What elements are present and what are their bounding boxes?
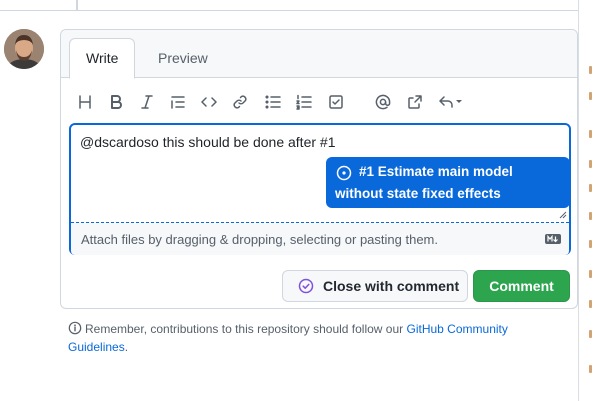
bold-icon[interactable] <box>106 92 126 112</box>
timeline-connector <box>76 0 78 10</box>
code-icon[interactable] <box>199 92 219 112</box>
file-attachment-area[interactable]: Attach files by dragging & dropping, sel… <box>71 222 569 255</box>
tab-write[interactable]: Write <box>69 38 136 79</box>
issue-open-icon <box>336 165 352 181</box>
issue-suggestion-item[interactable]: #1 Estimate main model without state fix… <box>326 157 570 208</box>
quote-icon[interactable] <box>168 92 188 112</box>
comment-button[interactable]: Comment <box>473 270 570 302</box>
unordered-list-icon[interactable] <box>263 92 283 112</box>
link-icon[interactable] <box>230 92 250 112</box>
timeline-divider <box>0 10 578 11</box>
heading-icon[interactable] <box>75 92 95 112</box>
new-comment-form: Write Preview @dscardoso this should be … <box>60 29 578 309</box>
tab-preview[interactable]: Preview <box>142 38 224 79</box>
suggestion-title-line1: #1 Estimate main model <box>359 164 513 179</box>
task-list-icon[interactable] <box>326 92 346 112</box>
markdown-icon[interactable] <box>545 234 561 244</box>
ordered-list-icon[interactable] <box>294 92 314 112</box>
editor-tabs: Write Preview <box>61 30 577 79</box>
mention-icon[interactable] <box>373 92 393 112</box>
saved-replies-icon[interactable] <box>435 92 465 112</box>
notice-suffix: . <box>124 340 129 354</box>
avatar[interactable] <box>4 29 44 69</box>
sidebar-divider <box>578 0 579 401</box>
markdown-toolbar <box>75 90 565 116</box>
contribution-notice: Remember, contributions to this reposito… <box>68 320 538 356</box>
notice-text: Remember, contributions to this reposito… <box>85 322 407 336</box>
cross-reference-icon[interactable] <box>405 92 425 112</box>
attach-hint: Attach files by dragging & dropping, sel… <box>81 232 438 247</box>
info-icon <box>68 321 82 335</box>
comment-text[interactable]: @dscardoso this should be done after #1 <box>80 134 336 150</box>
close-with-comment-button[interactable]: Close with comment <box>282 270 468 302</box>
suggestion-title-line2: without state fixed effects <box>335 186 501 201</box>
issue-closed-icon <box>298 278 314 294</box>
close-with-comment-label: Close with comment <box>323 278 460 294</box>
resize-handle-icon[interactable] <box>559 211 567 219</box>
italic-icon[interactable] <box>137 92 157 112</box>
comment-button-label: Comment <box>489 278 554 294</box>
sidebar-edge-marks <box>589 0 597 401</box>
